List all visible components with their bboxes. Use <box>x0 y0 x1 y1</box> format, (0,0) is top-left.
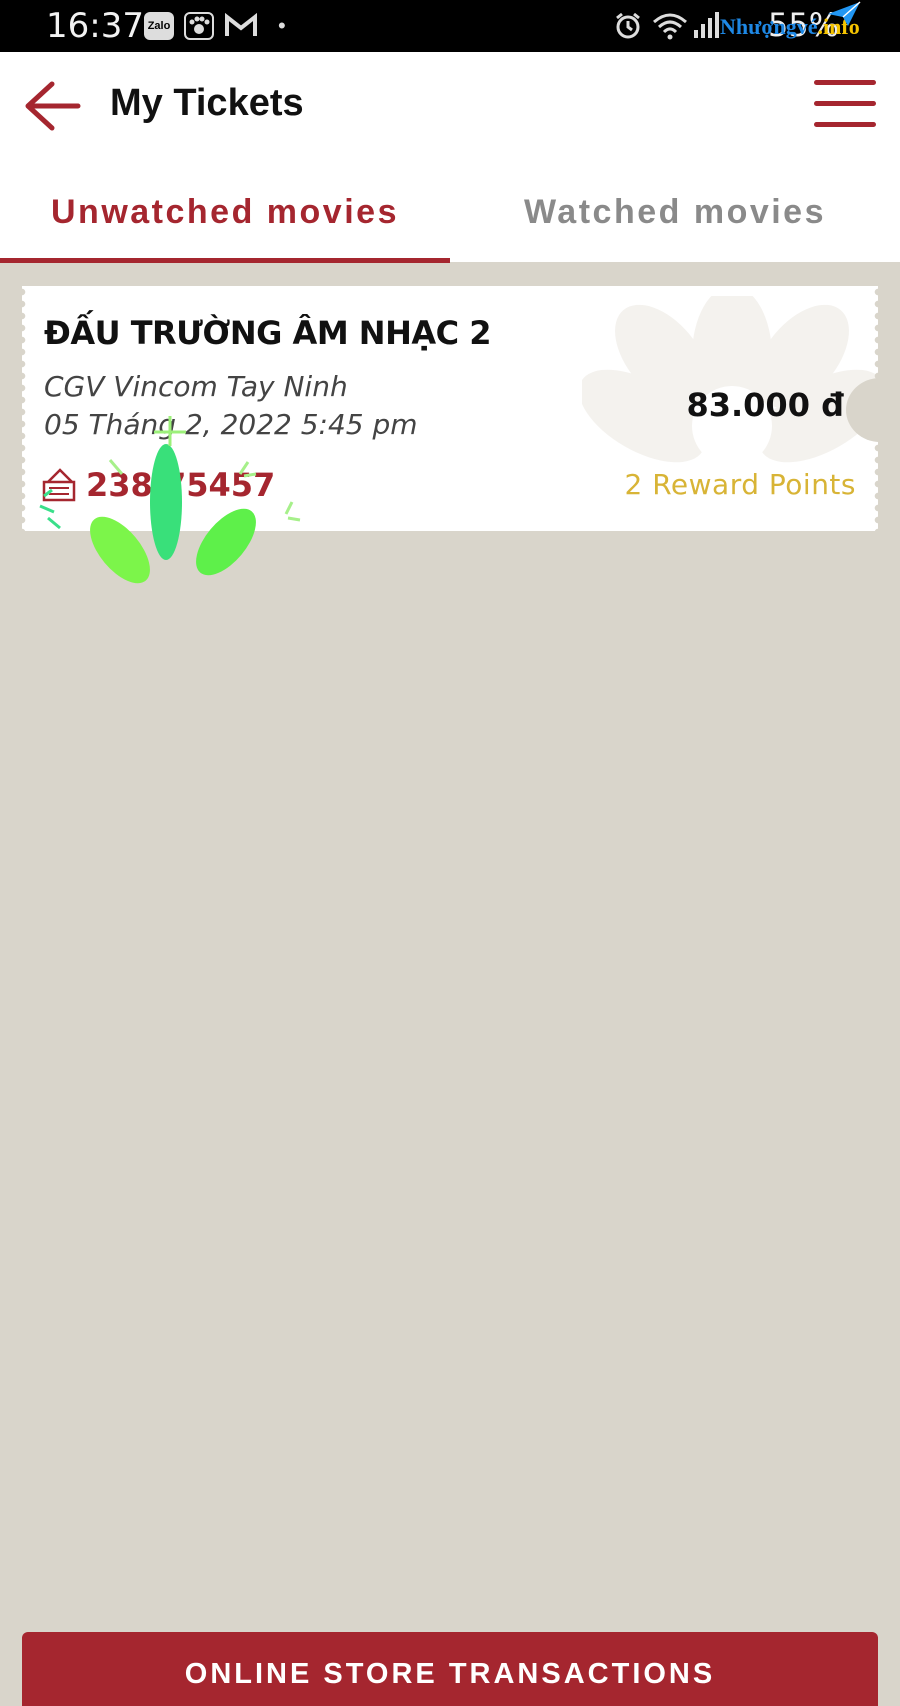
tab-watched-movies[interactable]: Watched movies <box>450 162 900 262</box>
paw-app-icon <box>184 12 214 40</box>
menu-button[interactable] <box>814 80 880 132</box>
paper-plane-icon <box>828 1 861 26</box>
ticket-tabs: Unwatched movies Watched movies <box>0 162 900 263</box>
alarm-icon <box>614 12 642 40</box>
wifi-icon <box>652 12 688 40</box>
showtime: 05 Tháng 2, 2022 5:45 pm <box>44 408 418 441</box>
dot-icon: • <box>278 13 286 38</box>
status-bar: 16:37 Zalo • 55% Nhượngvé.info <box>0 0 900 52</box>
hamburger-menu-icon <box>814 80 876 85</box>
movie-title: ĐẤU TRƯỜNG ÂM NHẠC 2 <box>44 314 492 352</box>
zalo-icon: Zalo <box>144 12 174 40</box>
app-header: My Tickets <box>0 52 900 162</box>
cinema-name: CGV Vincom Tay Ninh <box>44 370 348 403</box>
online-store-transactions-button[interactable]: ONLINE STORE TRANSACTIONS <box>22 1632 878 1706</box>
back-button[interactable] <box>22 78 82 134</box>
gmail-icon <box>224 12 258 40</box>
booking-code: 238 75457 <box>86 466 276 504</box>
ticket-edge-left <box>22 286 26 531</box>
ticket-icon <box>42 468 76 502</box>
ticket-card[interactable]: ĐẤU TRƯỜNG ÂM NHẠC 2 CGV Vincom Tay Ninh… <box>22 286 878 531</box>
active-tab-indicator <box>0 258 450 263</box>
status-time: 16:37 <box>46 6 144 46</box>
arrow-left-icon <box>25 81 81 131</box>
ticket-price: 83.000 đ <box>686 386 844 424</box>
page-title: My Tickets <box>110 82 304 124</box>
tab-unwatched-movies[interactable]: Unwatched movies <box>0 162 450 262</box>
reward-points: 2 Reward Points <box>624 468 856 501</box>
